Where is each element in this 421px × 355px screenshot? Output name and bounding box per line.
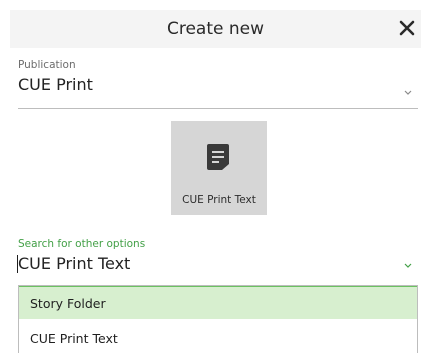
content-type-tile[interactable]: CUE Print Text — [171, 121, 267, 215]
chevron-down-icon[interactable] — [403, 262, 413, 270]
publication-label: Publication — [18, 59, 76, 71]
close-icon[interactable] — [397, 18, 417, 38]
document-icon — [207, 144, 229, 170]
options-dropdown: Story Folder CUE Print Text — [18, 285, 418, 353]
publication-select[interactable]: CUE Print — [18, 75, 93, 94]
dialog-title: Create new — [166, 19, 265, 39]
publication-underline — [18, 108, 418, 109]
chevron-down-icon[interactable] — [403, 89, 413, 97]
content-type-tile-label: CUE Print Text — [182, 194, 256, 206]
option-cue-print-text[interactable]: CUE Print Text — [19, 322, 417, 355]
search-label: Search for other options — [18, 238, 146, 250]
search-input[interactable]: CUE Print Text — [18, 254, 130, 273]
option-story-folder[interactable]: Story Folder — [19, 286, 417, 319]
dialog-header: Create new — [10, 10, 421, 48]
